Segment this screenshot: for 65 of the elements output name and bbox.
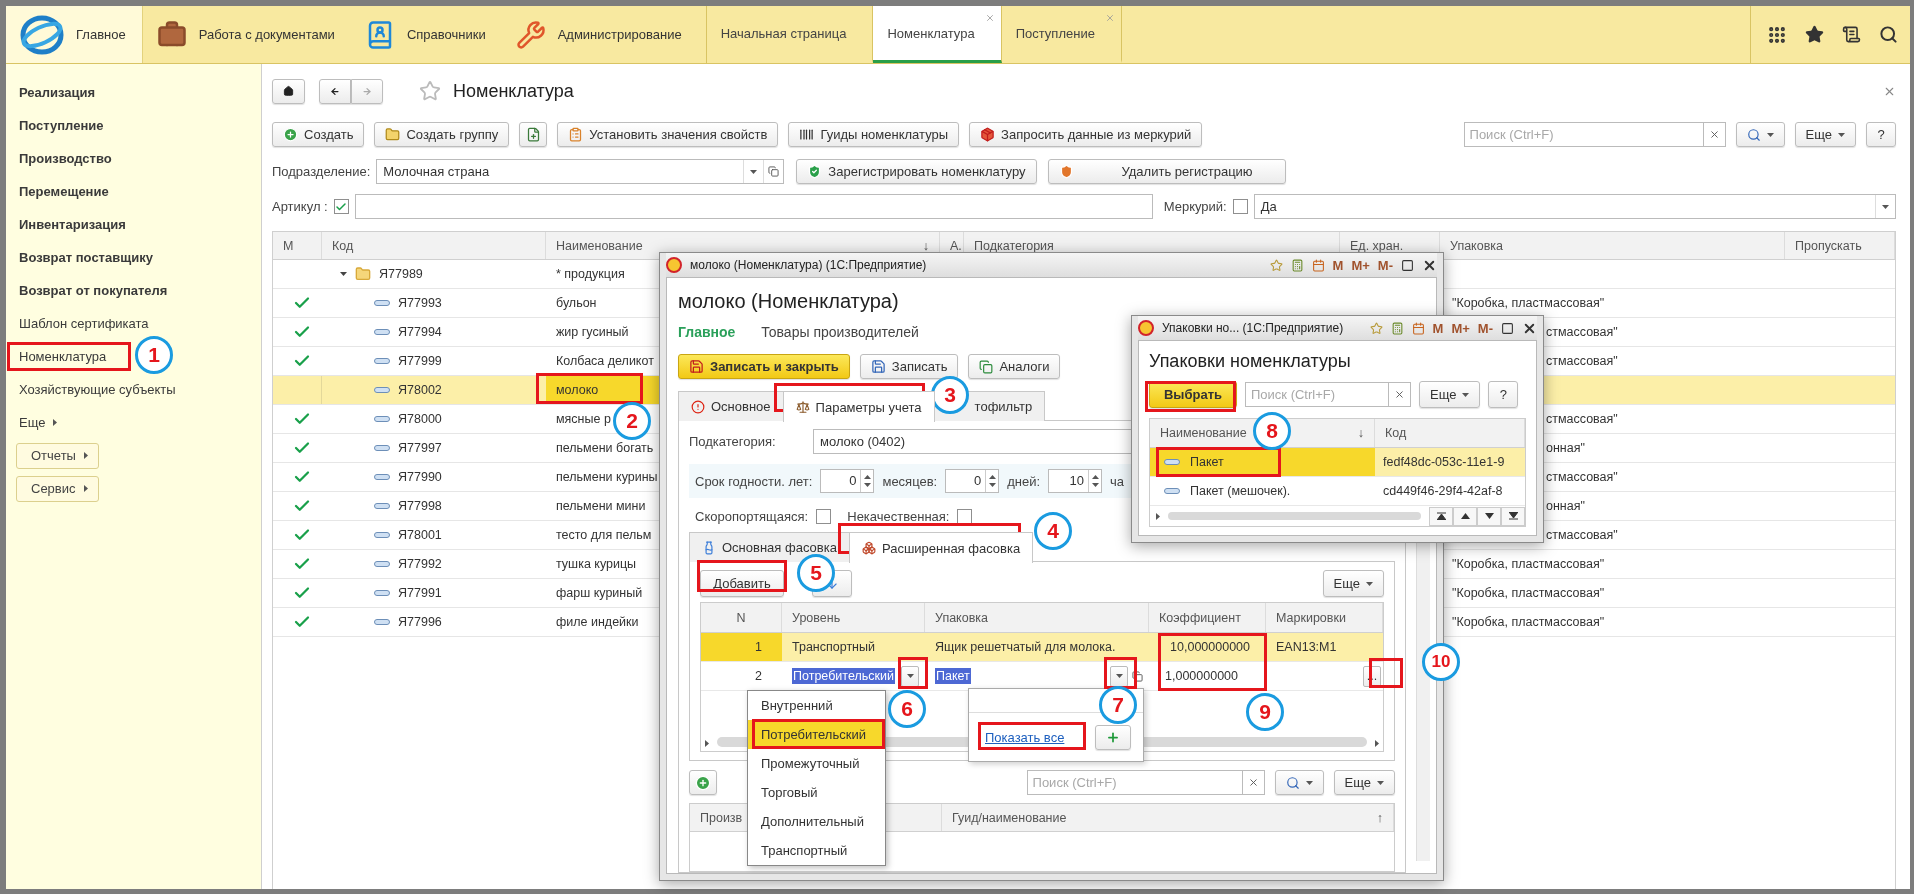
name-text: фарш куриный xyxy=(556,586,643,600)
table-cell-text: 2 xyxy=(754,668,763,685)
field-label: Подразделение: xyxy=(272,164,371,179)
table-cell-text: 1,000000000 xyxy=(1164,668,1239,685)
table-cell-text: EAN13:M1 xyxy=(1275,639,1338,656)
field-label: Срок годности. лет: xyxy=(695,473,813,489)
page-title: Номенклатура xyxy=(453,80,574,102)
packaging-text: "Коробка, пластмассовая" xyxy=(1452,557,1605,571)
list-cell: Пакет xyxy=(1190,455,1224,469)
window-title: молоко (Номенклатура) (1С:Предприятие) xyxy=(690,258,927,272)
packaging-text: стмассовая" xyxy=(1546,412,1618,426)
checkbox-label: Некачественная: xyxy=(847,508,950,524)
packaging-text: стмассовая" xyxy=(1546,528,1618,542)
list-cell: fedf48dc-053c-11e1-9 xyxy=(1375,448,1525,476)
name-text: Колбаса деликот xyxy=(556,354,654,368)
sort-mark: ↑ xyxy=(1376,810,1383,825)
field-label: ча xyxy=(1110,473,1125,489)
packaging-text: "Коробка, пластмассовая" xyxy=(1452,586,1605,600)
list-cell: Пакет (мешочек). xyxy=(1190,484,1291,498)
sort-mark: ↓ xyxy=(922,238,929,253)
name-text: мясные р xyxy=(556,412,611,426)
code-text: Я77992 xyxy=(398,557,442,571)
table-cell-text: 10,000000000 xyxy=(1169,639,1251,656)
packaging-text: "Коробка, пластмассовая" xyxy=(1452,296,1605,310)
name-text: пельмени богать xyxy=(556,441,654,455)
name-text: пельмени мини xyxy=(556,499,646,513)
code-text: Я77997 xyxy=(398,441,442,455)
field-label: дней: xyxy=(1007,473,1041,489)
code-text: Я78000 xyxy=(398,412,442,426)
code-text: Я77999 xyxy=(398,354,442,368)
name-text: пельмени курины xyxy=(556,470,658,484)
code-text: Я77990 xyxy=(398,470,442,484)
name-text: жир гусиный xyxy=(556,325,629,339)
name-text: молоко xyxy=(556,383,599,397)
code-text: Я77993 xyxy=(398,296,442,310)
packaging-text: стмассовая" xyxy=(1546,354,1618,368)
code-text: Я78001 xyxy=(398,528,442,542)
code-text: Я77994 xyxy=(398,325,442,339)
dialog-heading: Упаковки номенклатуры xyxy=(1149,350,1352,373)
code-text: Я77996 xyxy=(398,615,442,629)
field-label: месяцев: xyxy=(882,473,938,489)
checkbox-label: Скоропортящаяся: xyxy=(695,508,809,524)
table-cell: 1 xyxy=(701,633,782,661)
table-cell-text: Ящик решетчатый для молока. xyxy=(934,639,1117,656)
code-text: Я77998 xyxy=(398,499,442,513)
table-cell-text: Транспортный xyxy=(791,639,876,656)
form-heading: молоко (Номенклатура) xyxy=(678,289,900,314)
packaging-text: стмассовая" xyxy=(1546,470,1618,484)
packaging-text: стмассовая" xyxy=(1546,325,1618,339)
name-text: тесто для пельм xyxy=(556,528,652,542)
field-label: Артикул : xyxy=(272,199,328,214)
window-title: Упаковки но... (1С:Предприятие) xyxy=(1162,321,1344,335)
code-text: Я77991 xyxy=(398,586,442,600)
field-label: Подкатегория: xyxy=(689,434,777,449)
name-text: тушка курицы xyxy=(556,557,637,571)
name-text: бульон xyxy=(556,296,597,310)
code-text: Я77989 xyxy=(379,267,423,281)
code-text: Я78002 xyxy=(398,383,442,397)
field-label: Меркурий: xyxy=(1163,199,1227,214)
sort-mark: ↓ xyxy=(1357,426,1364,440)
name-text: * продукция xyxy=(556,267,625,281)
packaging-text: "Коробка, пластмассовая" xyxy=(1452,615,1605,629)
name-text: филе индейки xyxy=(556,615,639,629)
packaging-text: онная" xyxy=(1546,441,1585,455)
packaging-text: онная" xyxy=(1546,499,1585,513)
